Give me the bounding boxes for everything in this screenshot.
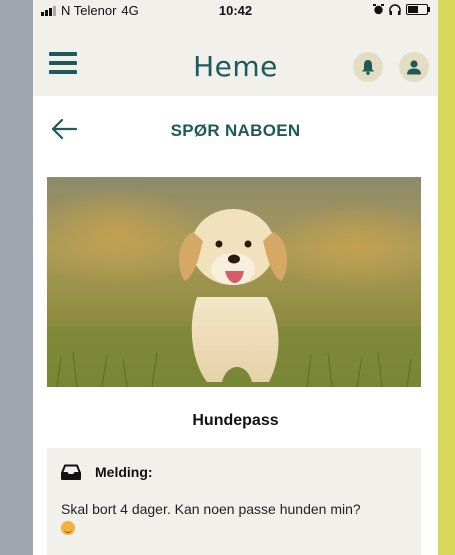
- inbox-icon: [61, 464, 81, 480]
- notifications-button[interactable]: [353, 52, 383, 82]
- page-title: SPØR NABOEN: [170, 121, 301, 140]
- alarm-icon: [373, 4, 384, 15]
- battery-icon: [406, 4, 430, 15]
- profile-button[interactable]: [399, 52, 429, 82]
- app-header: Heme: [33, 22, 438, 96]
- phone-screen: N Telenor 4G 10:42 Heme SPØR NABOEN Hund…: [33, 0, 438, 555]
- smile-emoji-icon: [61, 521, 75, 535]
- post-title: Hundepass: [192, 412, 279, 429]
- message-text: Skal bort 4 dager. Kan noen passe hunden…: [61, 501, 361, 517]
- message-text-block: Skal bort 4 dager. Kan noen passe hunden…: [61, 500, 411, 538]
- message-box: Melding: Skal bort 4 dager. Kan noen pas…: [47, 448, 421, 555]
- message-header: Melding:: [61, 464, 153, 480]
- bell-icon: [362, 60, 374, 75]
- puppy-photo: [47, 177, 421, 387]
- status-bar-right: [373, 4, 430, 15]
- post-image: [47, 177, 421, 387]
- headphones-icon: [389, 4, 401, 15]
- user-icon: [407, 60, 421, 75]
- background-right: [438, 0, 455, 555]
- message-label: Melding:: [95, 464, 153, 480]
- background-left: [0, 0, 33, 555]
- status-bar: N Telenor 4G 10:42: [33, 0, 438, 22]
